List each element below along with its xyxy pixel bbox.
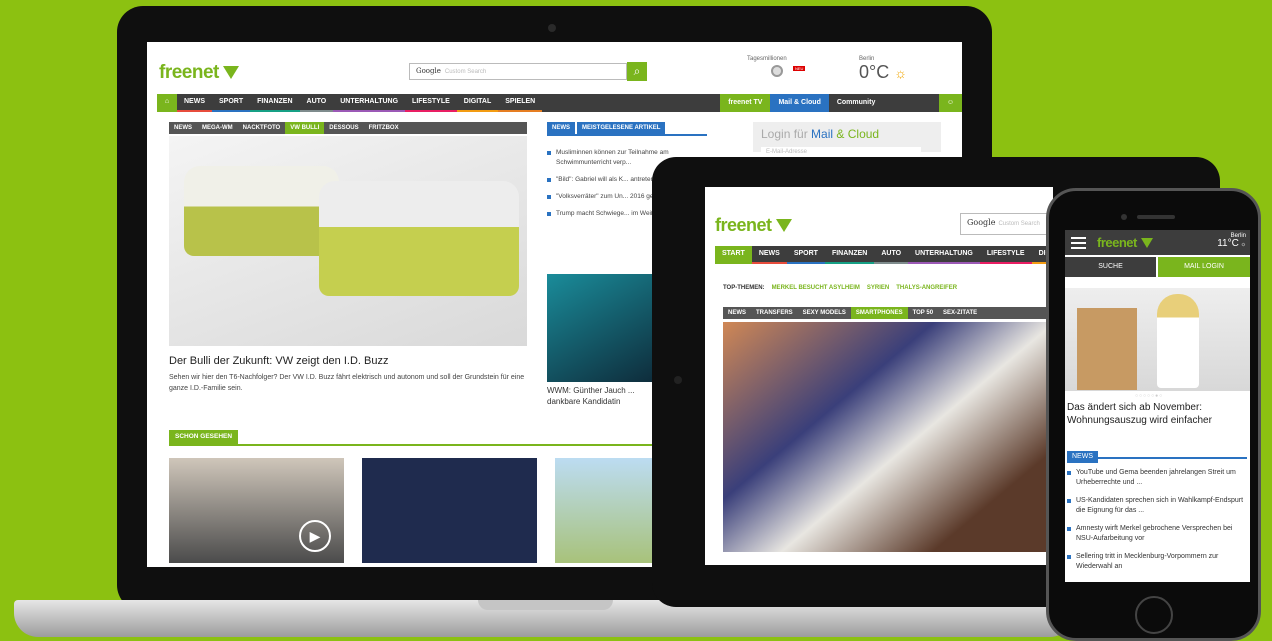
ronaldo-thumbnail[interactable] [362,458,537,563]
nav-sport[interactable]: SPORT [786,246,825,264]
nav-auto[interactable]: AUTO [874,246,909,264]
nav-finanzen[interactable]: FINANZEN [824,246,875,264]
play-icon[interactable]: ▶ [299,520,331,552]
tab-dessous[interactable]: DESSOUS [324,122,363,134]
cloud-sun-icon: ☼ [1240,242,1247,248]
laptop-camera [548,24,556,32]
nav-sport[interactable]: SPORT [212,94,251,112]
news-item[interactable]: Amnesty wirft Merkel gebrochene Versprec… [1067,524,1248,544]
nav-spielen[interactable]: SPIELEN [498,94,543,112]
topic-tabs: NEWS MEGA-WM NACKTFOTO VW BULLI DESSOUS … [169,122,527,134]
lotto-widget[interactable]: Tagesmillionen NEU [747,56,817,77]
freenet-logo[interactable]: freenet [1097,235,1153,250]
home-button[interactable]: ⌂ [157,94,177,112]
weather-widget[interactable]: Berlin 11°C ☼ [1217,232,1246,249]
hero-image[interactable] [723,322,1053,552]
news-list: YouTube und Gema beenden jahrelangen Str… [1067,468,1248,580]
main-nav: START NEWS SPORT FINANZEN AUTO UNTERHALT… [715,246,1053,264]
tab-fritzbox[interactable]: FRITZBOX [364,122,404,134]
hero-image[interactable] [1065,288,1250,391]
nav-digital[interactable]: DIGITAL [456,94,499,112]
nav-finanzen[interactable]: FINANZEN [250,94,300,112]
nav-news[interactable]: NEWS [177,94,212,112]
tablet-camera [674,376,682,384]
phone-speaker [1137,215,1175,219]
article-headline[interactable]: Das ändert sich ab November: Wohnungsaus… [1067,401,1248,427]
freenet-logo[interactable]: freenet [159,62,239,84]
nav-community[interactable]: Community [829,94,939,112]
topic-link[interactable]: MERKEL BESUCHT ASYLHEIM [772,285,860,291]
football-icon [771,65,783,77]
nav-auto[interactable]: AUTO [299,94,334,112]
freenet-logo-icon [1140,238,1153,248]
nav-freenet-tv[interactable]: freenet TV [720,94,771,112]
search-input[interactable]: Google Custom Search [960,213,1053,235]
new-badge: NEU [793,66,806,71]
video-thumbnail[interactable]: ▶ [169,458,344,563]
carousel-dots[interactable]: ○○○○○●○ [1135,393,1163,399]
tab-meistgelesen[interactable]: MEISTGELESENE ARTIKEL [577,122,666,134]
search-button[interactable]: SUCHE [1065,257,1156,277]
phone-screen: freenet Berlin 11°C ☼ SUCHE MAIL LOGIN ○○… [1065,230,1250,582]
tab-vw-bulli[interactable]: VW BULLI [285,122,325,134]
mail-login-button[interactable]: MAIL LOGIN [1158,257,1250,277]
vw-bus-old [184,166,339,256]
tab-mega-wm[interactable]: MEGA-WM [197,122,238,134]
phone-camera [1121,214,1127,220]
tab-news-list[interactable]: NEWS [547,122,575,134]
news-item[interactable]: YouTube und Gema beenden jahrelangen Str… [1067,468,1248,488]
woman-figure [1157,294,1199,388]
topic-link[interactable]: SYRIEN [867,285,889,291]
news-tabs: NEWS MEISTGELESENE ARTIKEL [547,122,707,136]
nav-news[interactable]: NEWS [751,246,787,264]
wwm-caption[interactable]: WWM: Günther Jauch ... dankbare Kandidat… [547,385,657,407]
moving-boxes [1077,308,1137,390]
search-icon: ⌕ [633,64,641,78]
nav-unterhaltung[interactable]: UNTERHALTUNG [908,246,980,264]
tab-nacktfoto[interactable]: NACKTFOTO [238,122,286,134]
tab-top-50[interactable]: TOP 50 [908,307,938,319]
house-thumbnail[interactable] [555,458,663,563]
freenet-logo[interactable]: freenet [715,215,792,236]
freenet-logo-icon [222,66,239,79]
wwm-thumbnail[interactable] [547,274,657,382]
top-themen: TOP-THEMEN: MERKEL BESUCHT ASYLHEIM SYRIEN… [723,285,958,291]
weather-widget[interactable]: Berlin 0°C ☼ [859,56,907,83]
nav-lifestyle[interactable]: LIFESTYLE [979,246,1032,264]
vw-bus-new [319,181,519,296]
chat-icon[interactable]: ☺ [938,94,962,112]
search-button[interactable]: ⌕ [627,62,647,81]
tablet-screen: freenet Google Custom Search START NEWS S… [705,187,1053,565]
freenet-logo-icon [775,219,792,232]
article-headline[interactable]: Der Bulli der Zukunft: VW zeigt den I.D.… [169,355,388,367]
schon-gesehen-header: SCHON GESEHEN [169,430,659,446]
tab-sex-zitate[interactable]: SEX-ZITATE [938,307,982,319]
phone-home-button[interactable] [1135,596,1173,634]
nav-mail-cloud[interactable]: Mail & Cloud [770,94,829,112]
nav-unterhaltung[interactable]: UNTERHALTUNG [333,94,406,112]
topic-tabs: NEWS TRANSFERS SEXY MODELS SMARTPHONES T… [723,307,1053,319]
tab-transfers[interactable]: TRANSFERS [751,307,798,319]
news-header: NEWS [1067,445,1247,463]
nav-lifestyle[interactable]: LIFESTYLE [405,94,457,112]
topic-link[interactable]: THALYS-ANGREIFER [896,285,957,291]
mobile-header: freenet Berlin 11°C ☼ [1065,230,1250,255]
cloud-sun-icon: ☼ [894,65,908,81]
tab-smartphones[interactable]: SMARTPHONES [850,307,908,319]
tab-news[interactable]: NEWS [169,122,197,134]
search-input[interactable]: Google Custom Search [409,63,627,80]
laptop-notch [478,600,613,610]
main-nav: ⌂ NEWS SPORT FINANZEN AUTO UNTERHALTUNG … [157,94,962,112]
tab-news[interactable]: NEWS [723,307,751,319]
hamburger-menu-icon[interactable] [1071,237,1086,249]
tab-sexy-models[interactable]: SEXY MODELS [798,307,851,319]
news-item[interactable]: Sellering tritt in Mecklenburg-Vorpommer… [1067,552,1248,572]
article-teaser: Sehen wir hier den T6-Nachfolger? Der VW… [169,374,525,392]
news-item[interactable]: US-Kandidaten sprechen sich in Wahlkampf… [1067,496,1248,516]
nav-start[interactable]: START [715,246,752,264]
hero-image[interactable] [169,136,527,346]
